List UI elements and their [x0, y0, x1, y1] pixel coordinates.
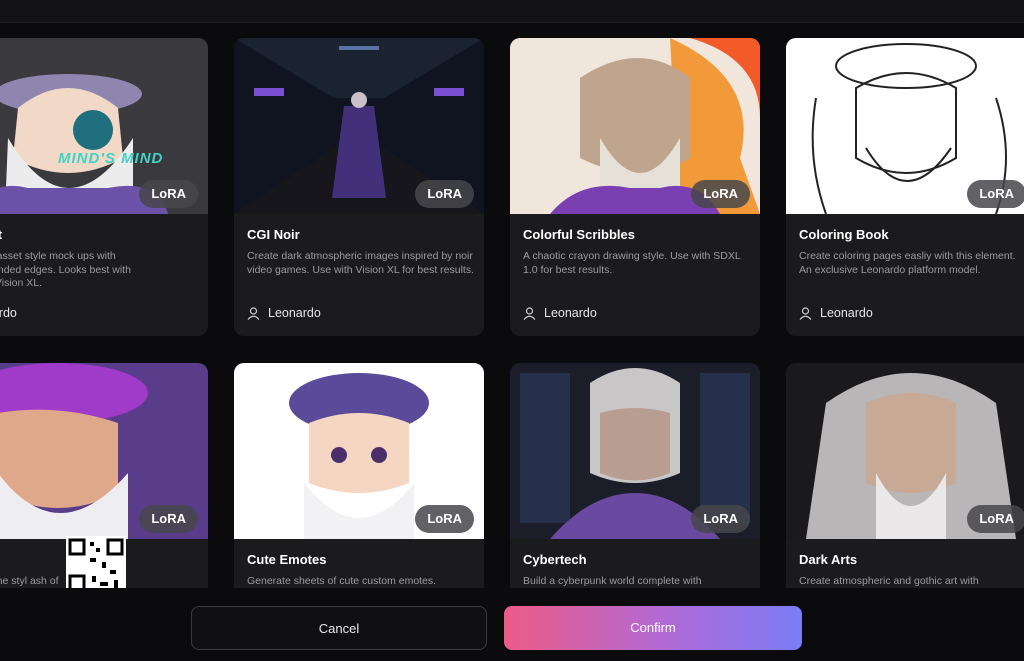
author-name: eonardo	[0, 306, 17, 320]
confirm-button[interactable]: Confirm	[504, 606, 802, 650]
element-card-cgi-noir[interactable]: LoRA CGI Noir Create dark atmospheric im…	[234, 38, 484, 336]
author-name: Leonardo	[820, 306, 873, 320]
card-description: Create atmospheric and gothic art with	[799, 575, 979, 587]
lora-badge: LoRA	[691, 180, 750, 208]
card-title: Cybertech	[523, 552, 587, 567]
card-author: Leonardo	[523, 306, 597, 320]
card-description: Create coloring pages easliy with this e…	[799, 250, 1016, 276]
lora-badge: LoRA	[139, 505, 198, 533]
card-title: Dark Arts	[799, 552, 858, 567]
top-bar	[0, 0, 1024, 23]
card-description: e 3D-asset style mock ups with h, rounde…	[0, 250, 131, 289]
element-card-colorful-scribbles[interactable]: LoRA Colorful Scribbles A chaotic crayon…	[510, 38, 760, 336]
lora-badge: LoRA	[691, 505, 750, 533]
card-description: Create dark atmospheric images inspired …	[247, 250, 475, 276]
author-name: Leonardo	[544, 306, 597, 320]
lora-badge: LoRA	[415, 180, 474, 208]
card-title: Colorful Scribbles	[523, 227, 635, 242]
card-title: culpt	[0, 227, 2, 242]
card-title: Coloring Book	[799, 227, 889, 242]
user-icon	[799, 306, 812, 320]
card-title: Cute Emotes	[247, 552, 327, 567]
card-author: Leonardo	[799, 306, 873, 320]
element-card-coloring-book[interactable]: LoRA Coloring Book Create coloring pages…	[786, 38, 1024, 336]
card-title: CGI Noir	[247, 227, 300, 242]
card-description: Build a cyberpunk world complete with	[523, 575, 702, 587]
cancel-button[interactable]: Cancel	[191, 606, 487, 650]
lora-badge: LoRA	[139, 180, 198, 208]
card-author: eonardo	[0, 306, 17, 320]
lora-badge: LoRA	[415, 505, 474, 533]
element-card-clay-sculpt[interactable]: MIND'S MIND LoRA culpt e 3D-asset style …	[0, 38, 208, 336]
card-description: Generate sheets of cute custom emotes.	[247, 575, 437, 587]
card-author: Leonardo	[247, 306, 321, 320]
watermark-text: MIND'S MIND	[58, 150, 164, 167]
lora-badge: LoRA	[967, 505, 1024, 533]
lora-badge: LoRA	[967, 180, 1024, 208]
card-description: A chaotic crayon drawing style. Use with…	[523, 250, 741, 276]
author-name: Leonardo	[268, 306, 321, 320]
user-icon	[247, 306, 260, 320]
qr-code	[66, 536, 126, 594]
user-icon	[523, 306, 536, 320]
